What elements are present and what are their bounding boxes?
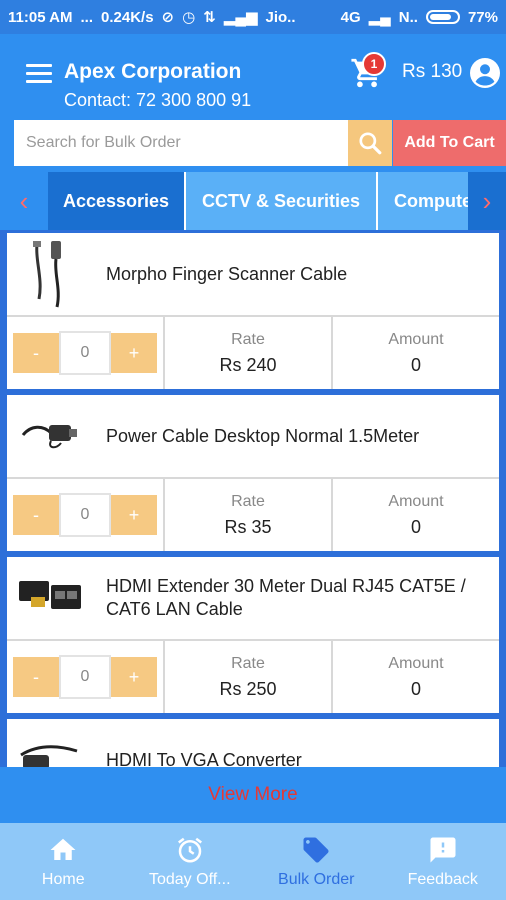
qty-input[interactable]: 0 <box>59 493 111 537</box>
amount-value: 0 <box>410 516 421 537</box>
product-card: Power Cable Desktop Normal 1.5Meter - 0 … <box>7 395 499 551</box>
tab-prev-icon[interactable]: ‹ <box>4 172 44 230</box>
rate-cell: Rate Rs 35 <box>165 479 331 551</box>
cart-amount: Rs 130 <box>402 61 463 82</box>
home-icon <box>50 838 76 860</box>
rate-cell: Rate Rs 240 <box>165 317 331 389</box>
qty-minus-button[interactable]: - <box>13 495 59 535</box>
status-battery: 77% <box>467 8 498 26</box>
product-card: HDMI Extender 30 Meter Dual RJ45 CAT5E /… <box>7 557 499 713</box>
amount-cell: Amount 0 <box>331 317 499 389</box>
category-tabs: ‹ Accessories CCTV & Securities Computer… <box>0 172 506 230</box>
rate-value: Rs 35 <box>224 516 272 537</box>
search-bar: Add To Cart <box>0 118 506 172</box>
qty-minus-button[interactable]: - <box>13 333 59 373</box>
add-to-cart-button[interactable]: Add To Cart <box>393 120 506 166</box>
product-image <box>33 241 61 308</box>
status-dots: ... <box>80 8 93 26</box>
contact-number[interactable]: Contact: 72 300 800 91 <box>64 90 251 111</box>
signal-icon-2: ▂▄ <box>368 9 391 26</box>
tab-cctv-securities[interactable]: CCTV & Securities <box>184 172 376 230</box>
status-speed: 0.24K/s <box>101 8 154 26</box>
clock-icon: ◷ <box>182 9 196 26</box>
amount-cell: Amount 0 <box>331 479 499 551</box>
rate-label: Rate <box>231 492 265 510</box>
product-card: HDMI To VGA Converter <box>7 719 499 767</box>
product-name[interactable]: HDMI To VGA Converter <box>106 719 489 768</box>
quantity-stepper: - 0 + <box>7 317 165 389</box>
nav-today-offers[interactable]: Today Off... <box>127 823 254 900</box>
qty-plus-button[interactable]: + <box>111 495 157 535</box>
nav-feedback[interactable]: Feedback <box>380 823 506 900</box>
product-list: Morpho Finger Scanner Cable - 0 + Rate R… <box>0 230 506 767</box>
status-bar: 11:05 AM ... 0.24K/s ⊘ ◷ ⇅ ▂▄▆ Jio.. 4G … <box>0 0 506 34</box>
company-title: Apex Corporation <box>64 60 242 83</box>
nav-today-offers-label: Today Off... <box>148 870 231 888</box>
rate-value: Rs 240 <box>219 354 277 375</box>
nav-bulk-order-label: Bulk Order <box>278 870 355 888</box>
search-input[interactable] <box>14 120 348 166</box>
tab-next-icon[interactable]: › <box>468 172 506 230</box>
amount-value: 0 <box>410 678 421 699</box>
quantity-stepper: - 0 + <box>7 479 165 551</box>
status-time: 11:05 AM <box>8 8 73 26</box>
signal-icon: ▂▄▆ <box>223 9 258 26</box>
tab-accessories[interactable]: Accessories <box>48 172 184 230</box>
amount-value: 0 <box>410 354 421 375</box>
app-header: Apex Corporation Contact: 72 300 800 91 … <box>0 34 506 118</box>
feedback-icon <box>430 837 456 862</box>
search-icon <box>359 132 382 155</box>
rate-label: Rate <box>231 654 265 672</box>
search-button[interactable] <box>348 120 392 166</box>
amount-label: Amount <box>388 654 444 672</box>
nav-feedback-label: Feedback <box>407 870 478 888</box>
amount-label: Amount <box>388 330 444 348</box>
rate-label: Rate <box>231 330 265 348</box>
status-carrier-2: N.. <box>398 8 418 26</box>
product-image <box>20 745 78 767</box>
nav-home[interactable]: Home <box>0 823 127 900</box>
bottom-navigation: Home Today Off... Bulk Order Feedback <box>0 823 506 900</box>
qty-input[interactable]: 0 <box>59 655 111 699</box>
account-icon[interactable] <box>470 58 500 88</box>
qty-plus-button[interactable]: + <box>111 333 157 373</box>
view-more-link[interactable]: View More <box>0 767 506 823</box>
status-network: 4G <box>340 8 361 26</box>
amount-label: Amount <box>388 492 444 510</box>
alarm-clock-icon <box>177 837 202 862</box>
battery-icon <box>425 10 460 24</box>
cart-count-badge: 1 <box>362 52 386 76</box>
qty-input[interactable]: 0 <box>59 331 111 375</box>
status-carrier: Jio.. <box>265 8 296 26</box>
product-image <box>21 425 77 449</box>
qty-plus-button[interactable]: + <box>111 657 157 697</box>
menu-icon[interactable] <box>26 64 52 83</box>
rate-value: Rs 250 <box>219 678 277 699</box>
alarm-off-icon: ⊘ <box>161 9 175 26</box>
product-name[interactable]: Power Cable Desktop Normal 1.5Meter <box>106 395 489 477</box>
qty-minus-button[interactable]: - <box>13 657 59 697</box>
product-image <box>19 581 81 609</box>
tag-icon <box>303 837 329 862</box>
product-name[interactable]: HDMI Extender 30 Meter Dual RJ45 CAT5E /… <box>106 557 489 639</box>
nav-home-label: Home <box>41 870 85 888</box>
amount-cell: Amount 0 <box>331 641 499 713</box>
product-name[interactable]: Morpho Finger Scanner Cable <box>106 233 489 315</box>
data-transfer-icon: ⇅ <box>203 9 216 26</box>
quantity-stepper: - 0 + <box>7 641 165 713</box>
rate-cell: Rate Rs 250 <box>165 641 331 713</box>
tab-computer[interactable]: Computer <box>376 172 470 230</box>
product-card: Morpho Finger Scanner Cable - 0 + Rate R… <box>7 233 499 389</box>
nav-bulk-order[interactable]: Bulk Order <box>253 823 380 900</box>
